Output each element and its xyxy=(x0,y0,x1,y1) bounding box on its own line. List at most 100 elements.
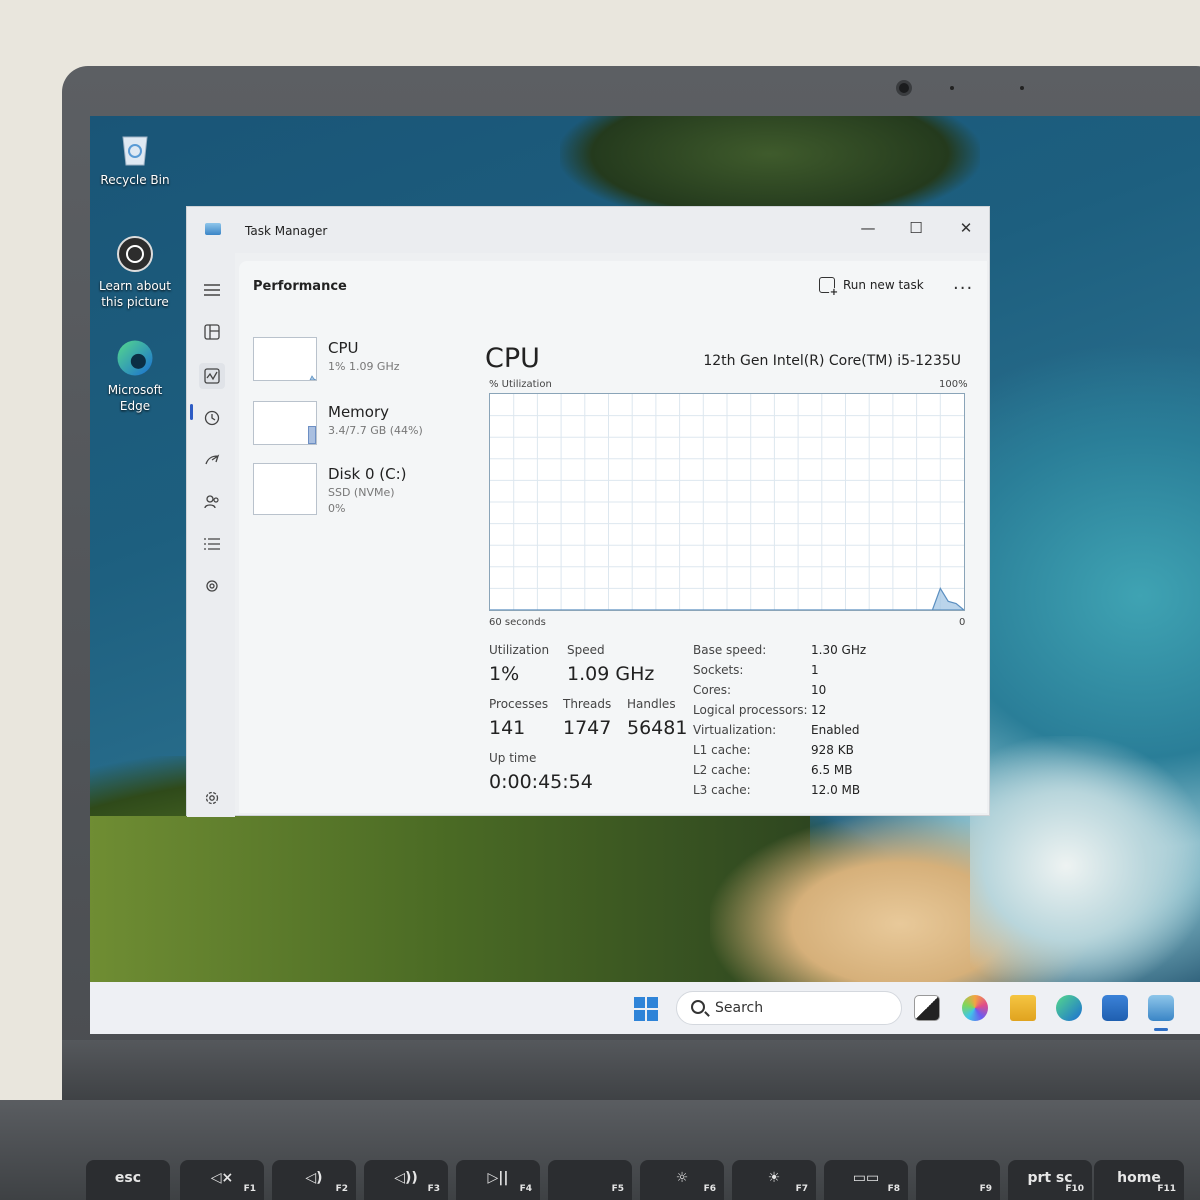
key-f8: ▭▭ F8 xyxy=(824,1160,908,1200)
resource-name: Disk 0 (C:) xyxy=(328,465,407,483)
details-icon[interactable] xyxy=(199,531,225,557)
y-axis-max: 100% xyxy=(939,379,968,390)
handles-value: 56481 xyxy=(627,717,688,739)
spec-label-logical-processors: Logical processors: xyxy=(693,703,808,717)
edge-taskbar-icon[interactable] xyxy=(1056,995,1082,1021)
taskbar: Search xyxy=(90,982,1200,1034)
windows-start-icon[interactable] xyxy=(634,997,658,1021)
app-history-icon[interactable] xyxy=(199,405,225,431)
spec-label-sockets: Sockets: xyxy=(693,663,744,677)
maximize-button[interactable]: ☐ xyxy=(901,215,931,241)
startup-apps-icon[interactable] xyxy=(199,447,225,473)
desktop-icon-edge[interactable]: Microsoft Edge xyxy=(90,338,180,414)
detail-title: CPU xyxy=(485,343,540,374)
spec-value-virtualization: Enabled xyxy=(811,723,860,737)
page-title: Performance xyxy=(253,279,347,294)
key-sublabel: F5 xyxy=(611,1184,624,1194)
settings-gear-icon[interactable] xyxy=(199,785,225,811)
more-options-button[interactable]: ... xyxy=(953,273,973,294)
speed-value: 1.09 GHz xyxy=(567,663,655,685)
copilot-icon[interactable] xyxy=(962,995,988,1021)
spec-value-logical-processors: 12 xyxy=(811,703,827,717)
spec-value-sockets: 1 xyxy=(811,663,819,677)
resource-detail: 3.4/7.7 GB (44%) xyxy=(328,424,423,437)
processes-value: 141 xyxy=(489,717,526,739)
desktop-icon-recycle-bin[interactable]: Recycle Bin xyxy=(90,128,180,188)
minimize-button[interactable]: — xyxy=(853,215,883,241)
threads-label: Threads xyxy=(563,697,612,711)
task-view-icon[interactable] xyxy=(914,995,940,1021)
spec-label-virtualization: Virtualization: xyxy=(693,723,777,737)
key-sublabel: F2 xyxy=(335,1184,348,1194)
navigation-rail xyxy=(187,253,235,817)
microsoft-store-icon[interactable] xyxy=(1102,995,1128,1021)
key-f2: ◁) F2 xyxy=(272,1160,356,1200)
key-sublabel: F3 xyxy=(427,1184,440,1194)
search-label: Search xyxy=(715,1000,764,1016)
title-bar[interactable]: Task Manager — ☐ ✕ xyxy=(187,207,989,253)
key-f11: home F11 xyxy=(1094,1160,1184,1200)
resource-disk[interactable]: Disk 0 (C:) SSD (NVMe) 0% xyxy=(253,463,463,523)
key-sublabel: F7 xyxy=(795,1184,808,1194)
cpu-model: 12th Gen Intel(R) Core(TM) i5-1235U xyxy=(703,353,961,369)
key-esc: esc xyxy=(86,1160,170,1200)
spec-label-cores: Cores: xyxy=(693,683,732,697)
threads-value: 1747 xyxy=(563,717,612,739)
utilization-label: Utilization xyxy=(489,643,550,657)
screen: Recycle Bin Learn about this picture Mic… xyxy=(90,116,1200,1034)
key-sublabel: F6 xyxy=(703,1184,716,1194)
resource-detail: SSD (NVMe) 0% xyxy=(328,485,395,517)
key-sublabel: F10 xyxy=(1065,1184,1084,1194)
close-button[interactable]: ✕ xyxy=(951,215,981,241)
key-f10: prt sc F10 xyxy=(1008,1160,1092,1200)
key-f7: ☀ F7 xyxy=(732,1160,816,1200)
memory-usage-bar xyxy=(308,426,316,444)
file-explorer-icon[interactable] xyxy=(1010,995,1036,1021)
cpu-utilization-graph xyxy=(489,393,965,611)
taskbar-search-box[interactable]: Search xyxy=(676,991,902,1025)
search-icon xyxy=(691,1000,705,1014)
hamburger-menu-icon[interactable] xyxy=(199,277,225,303)
desktop-icon-label: Recycle Bin xyxy=(100,173,170,187)
resource-cpu[interactable]: CPU 1% 1.09 GHz xyxy=(253,337,463,393)
window-title: Task Manager xyxy=(245,224,328,238)
desktop-icon-learn-about[interactable]: Learn about this picture xyxy=(90,234,180,310)
run-new-task-button[interactable]: Run new task xyxy=(819,277,924,298)
uptime-label: Up time xyxy=(489,751,537,765)
webcam xyxy=(896,80,912,96)
resource-name: CPU xyxy=(328,339,359,357)
performance-icon[interactable] xyxy=(199,363,225,389)
desktop-icon-label: Microsoft Edge xyxy=(107,383,163,413)
key-f1: ◁× F1 xyxy=(180,1160,264,1200)
spec-value-l1-cache: 928 KB xyxy=(811,743,854,757)
run-task-icon xyxy=(819,277,839,298)
spec-value-l3-cache: 12.0 MB xyxy=(811,783,861,797)
resource-memory[interactable]: Memory 3.4/7.7 GB (44%) xyxy=(253,401,463,457)
ambient-sensor xyxy=(1020,86,1024,90)
camera-icon xyxy=(115,234,155,274)
memory-thumbnail-graph xyxy=(253,401,317,445)
task-manager-window[interactable]: Task Manager — ☐ ✕ Performance + Run new… xyxy=(186,206,990,817)
y-axis-label: % Utilization xyxy=(489,379,552,390)
active-app-indicator xyxy=(1154,1028,1168,1031)
services-icon[interactable] xyxy=(199,573,225,599)
spec-value-base-speed: 1.30 GHz xyxy=(811,643,867,657)
key-f9: F9 xyxy=(916,1160,1000,1200)
camera-led xyxy=(950,86,954,90)
key-f3: ◁)) F3 xyxy=(364,1160,448,1200)
x-axis-min: 0 xyxy=(959,617,966,628)
users-icon[interactable] xyxy=(199,489,225,515)
resource-name: Memory xyxy=(328,403,390,421)
run-new-task-label: Run new task xyxy=(843,278,924,292)
disk-usage: 0% xyxy=(328,502,346,515)
uptime-value: 0:00:45:54 xyxy=(489,771,593,793)
processes-icon[interactable] xyxy=(199,319,225,345)
key-sublabel: F1 xyxy=(243,1184,256,1194)
edge-icon xyxy=(115,338,155,378)
laptop-bezel-bottom xyxy=(62,1040,1200,1100)
spec-label-l3-cache: L3 cache: xyxy=(693,783,751,797)
wallpaper-surf xyxy=(970,736,1200,996)
key-sublabel: F9 xyxy=(979,1184,992,1194)
utilization-value: 1% xyxy=(489,663,520,685)
task-manager-taskbar-icon[interactable] xyxy=(1148,995,1174,1021)
